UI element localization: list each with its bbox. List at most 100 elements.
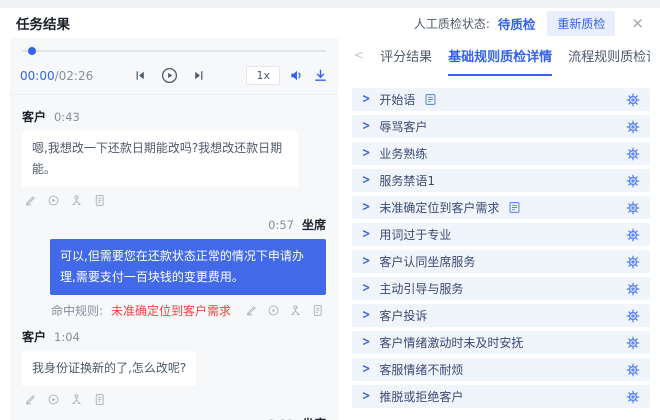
chevron-right-icon[interactable]: >: [362, 174, 370, 187]
rule-name: 客服情绪不耐烦: [379, 361, 463, 378]
play-icon[interactable]: [47, 194, 60, 207]
chevron-right-icon[interactable]: >: [362, 363, 370, 376]
close-icon[interactable]: ×: [631, 16, 644, 31]
chevron-right-icon[interactable]: >: [362, 282, 370, 295]
share-icon[interactable]: [70, 393, 83, 406]
tab-basic-rule-detail[interactable]: 基础规则质检详情: [448, 46, 552, 76]
play-icon[interactable]: [47, 393, 60, 406]
rule-row[interactable]: > 用词过于专业: [352, 223, 650, 246]
hit-rule-label: 命中规则:: [51, 302, 103, 319]
play-circle-icon[interactable]: [161, 67, 178, 84]
rule-row[interactable]: > 业务熟练: [352, 142, 650, 165]
rule-row[interactable]: > 未准确定位到客户需求: [352, 196, 650, 219]
file-icon[interactable]: [311, 304, 324, 317]
message-time: 1:11: [268, 417, 294, 420]
tab-score-result[interactable]: 评分结果: [380, 46, 432, 74]
gear-icon[interactable]: [626, 336, 640, 350]
chevron-right-icon[interactable]: >: [362, 93, 370, 106]
gear-icon[interactable]: [626, 282, 640, 296]
gear-icon[interactable]: [626, 228, 640, 242]
edit-icon[interactable]: [245, 304, 258, 317]
rule-row[interactable]: > 开始语: [352, 88, 650, 111]
gear-icon[interactable]: [626, 255, 640, 269]
gear-icon[interactable]: [626, 120, 640, 134]
total-time: /02:26: [55, 69, 94, 83]
message-meta: 1:11 坐席: [22, 415, 326, 420]
volume-icon[interactable]: [289, 68, 304, 83]
page-title: 任务结果: [16, 13, 70, 33]
chevron-right-icon[interactable]: >: [362, 309, 370, 322]
rule-row[interactable]: > 客服情绪不耐烦: [352, 358, 650, 381]
rule-row[interactable]: > 推脱或拒绝客户: [352, 385, 650, 408]
rule-row[interactable]: > 服务禁语1: [352, 169, 650, 192]
chevron-right-icon[interactable]: >: [362, 228, 370, 241]
message-time: 0:43: [54, 110, 80, 124]
rule-name: 主动引导与服务: [379, 280, 463, 297]
rule-name: 开始语: [379, 91, 415, 108]
speaker-label: 客户: [22, 108, 46, 125]
tabs-prev-icon[interactable]: <: [354, 46, 364, 62]
rule-row[interactable]: > 客户情绪激动时未及时安抚: [352, 331, 650, 354]
gear-icon[interactable]: [626, 147, 640, 161]
gear-icon[interactable]: [626, 93, 640, 107]
window-top-strip: [0, 0, 660, 8]
chevron-right-icon[interactable]: >: [362, 255, 370, 268]
message-time: 0:57: [268, 218, 294, 232]
rule-name: 客户投诉: [379, 307, 427, 324]
playback-speed-button[interactable]: 1x: [246, 66, 280, 85]
playback-controls: [93, 67, 246, 84]
skip-forward-icon[interactable]: [191, 68, 206, 83]
rule-name: 未准确定位到客户需求: [379, 199, 499, 216]
share-icon[interactable]: [289, 304, 302, 317]
rule-name: 业务熟练: [379, 145, 427, 162]
chevron-right-icon[interactable]: >: [362, 336, 370, 349]
doc-icon[interactable]: [508, 201, 521, 214]
qc-status-value: 待质检: [498, 14, 536, 33]
rule-name: 服务禁语1: [379, 172, 435, 189]
skip-back-icon[interactable]: [133, 68, 148, 83]
qc-tabs: < 评分结果 基础规则质检详情 流程规则质检详情 大模型拆 >: [352, 44, 650, 76]
chevron-right-icon[interactable]: >: [362, 390, 370, 403]
file-icon[interactable]: [93, 393, 106, 406]
customer-message-bubble: 嗯,我想改一下还款日期能改吗?我想改还款日期能。: [22, 131, 298, 187]
share-icon[interactable]: [70, 194, 83, 207]
slider-handle[interactable]: [28, 47, 36, 55]
hit-rule-link[interactable]: 未准确定位到客户需求: [111, 302, 231, 319]
rule-row[interactable]: > 客户认同坐席服务: [352, 250, 650, 273]
doc-icon[interactable]: [424, 93, 437, 106]
rule-name: 用词过于专业: [379, 226, 451, 243]
chevron-right-icon[interactable]: >: [362, 120, 370, 133]
gear-icon[interactable]: [626, 309, 640, 323]
download-icon[interactable]: [313, 68, 328, 83]
message-actions: [24, 194, 324, 207]
rule-name: 推脱或拒绝客户: [379, 388, 463, 405]
edit-icon[interactable]: [24, 393, 37, 406]
message-meta: 客户 0:43: [22, 108, 326, 125]
chevron-right-icon[interactable]: >: [362, 201, 370, 214]
rule-row[interactable]: > 客户投诉: [352, 304, 650, 327]
message-actions: [24, 393, 324, 406]
hit-rule-row: 命中规则: 未准确定位到客户需求: [24, 302, 324, 319]
play-icon[interactable]: [267, 304, 280, 317]
rule-name: 客户认同坐席服务: [379, 253, 475, 270]
rule-row[interactable]: > 辱骂客户: [352, 115, 650, 138]
playback-slider[interactable]: [22, 50, 326, 52]
tab-process-rule-detail[interactable]: 流程规则质检详情: [568, 46, 650, 74]
gear-icon[interactable]: [626, 201, 640, 215]
recheck-button[interactable]: 重新质检: [547, 11, 615, 36]
message-meta: 客户 1:04: [22, 328, 326, 345]
audio-player: 00:00/02:26 1x: [10, 38, 338, 95]
transcript-panel: 00:00/02:26 1x 客户 0:43 嗯,我想改一下还款日期能改吗: [10, 38, 338, 420]
gear-icon[interactable]: [626, 363, 640, 377]
chevron-right-icon[interactable]: >: [362, 147, 370, 160]
rule-name: 辱骂客户: [379, 118, 427, 135]
rule-row[interactable]: > 主动引导与服务: [352, 277, 650, 300]
file-icon[interactable]: [93, 194, 106, 207]
agent-message-bubble: 可以,但需要您在还款状态正常的情况下申请办理,需要支付一百块钱的变更费用。: [50, 239, 326, 295]
rule-name: 客户情绪激动时未及时安抚: [379, 334, 523, 351]
message-actions: [245, 304, 324, 317]
edit-icon[interactable]: [24, 194, 37, 207]
gear-icon[interactable]: [626, 174, 640, 188]
playback-time: 00:00/02:26: [20, 69, 93, 83]
gear-icon[interactable]: [626, 390, 640, 404]
